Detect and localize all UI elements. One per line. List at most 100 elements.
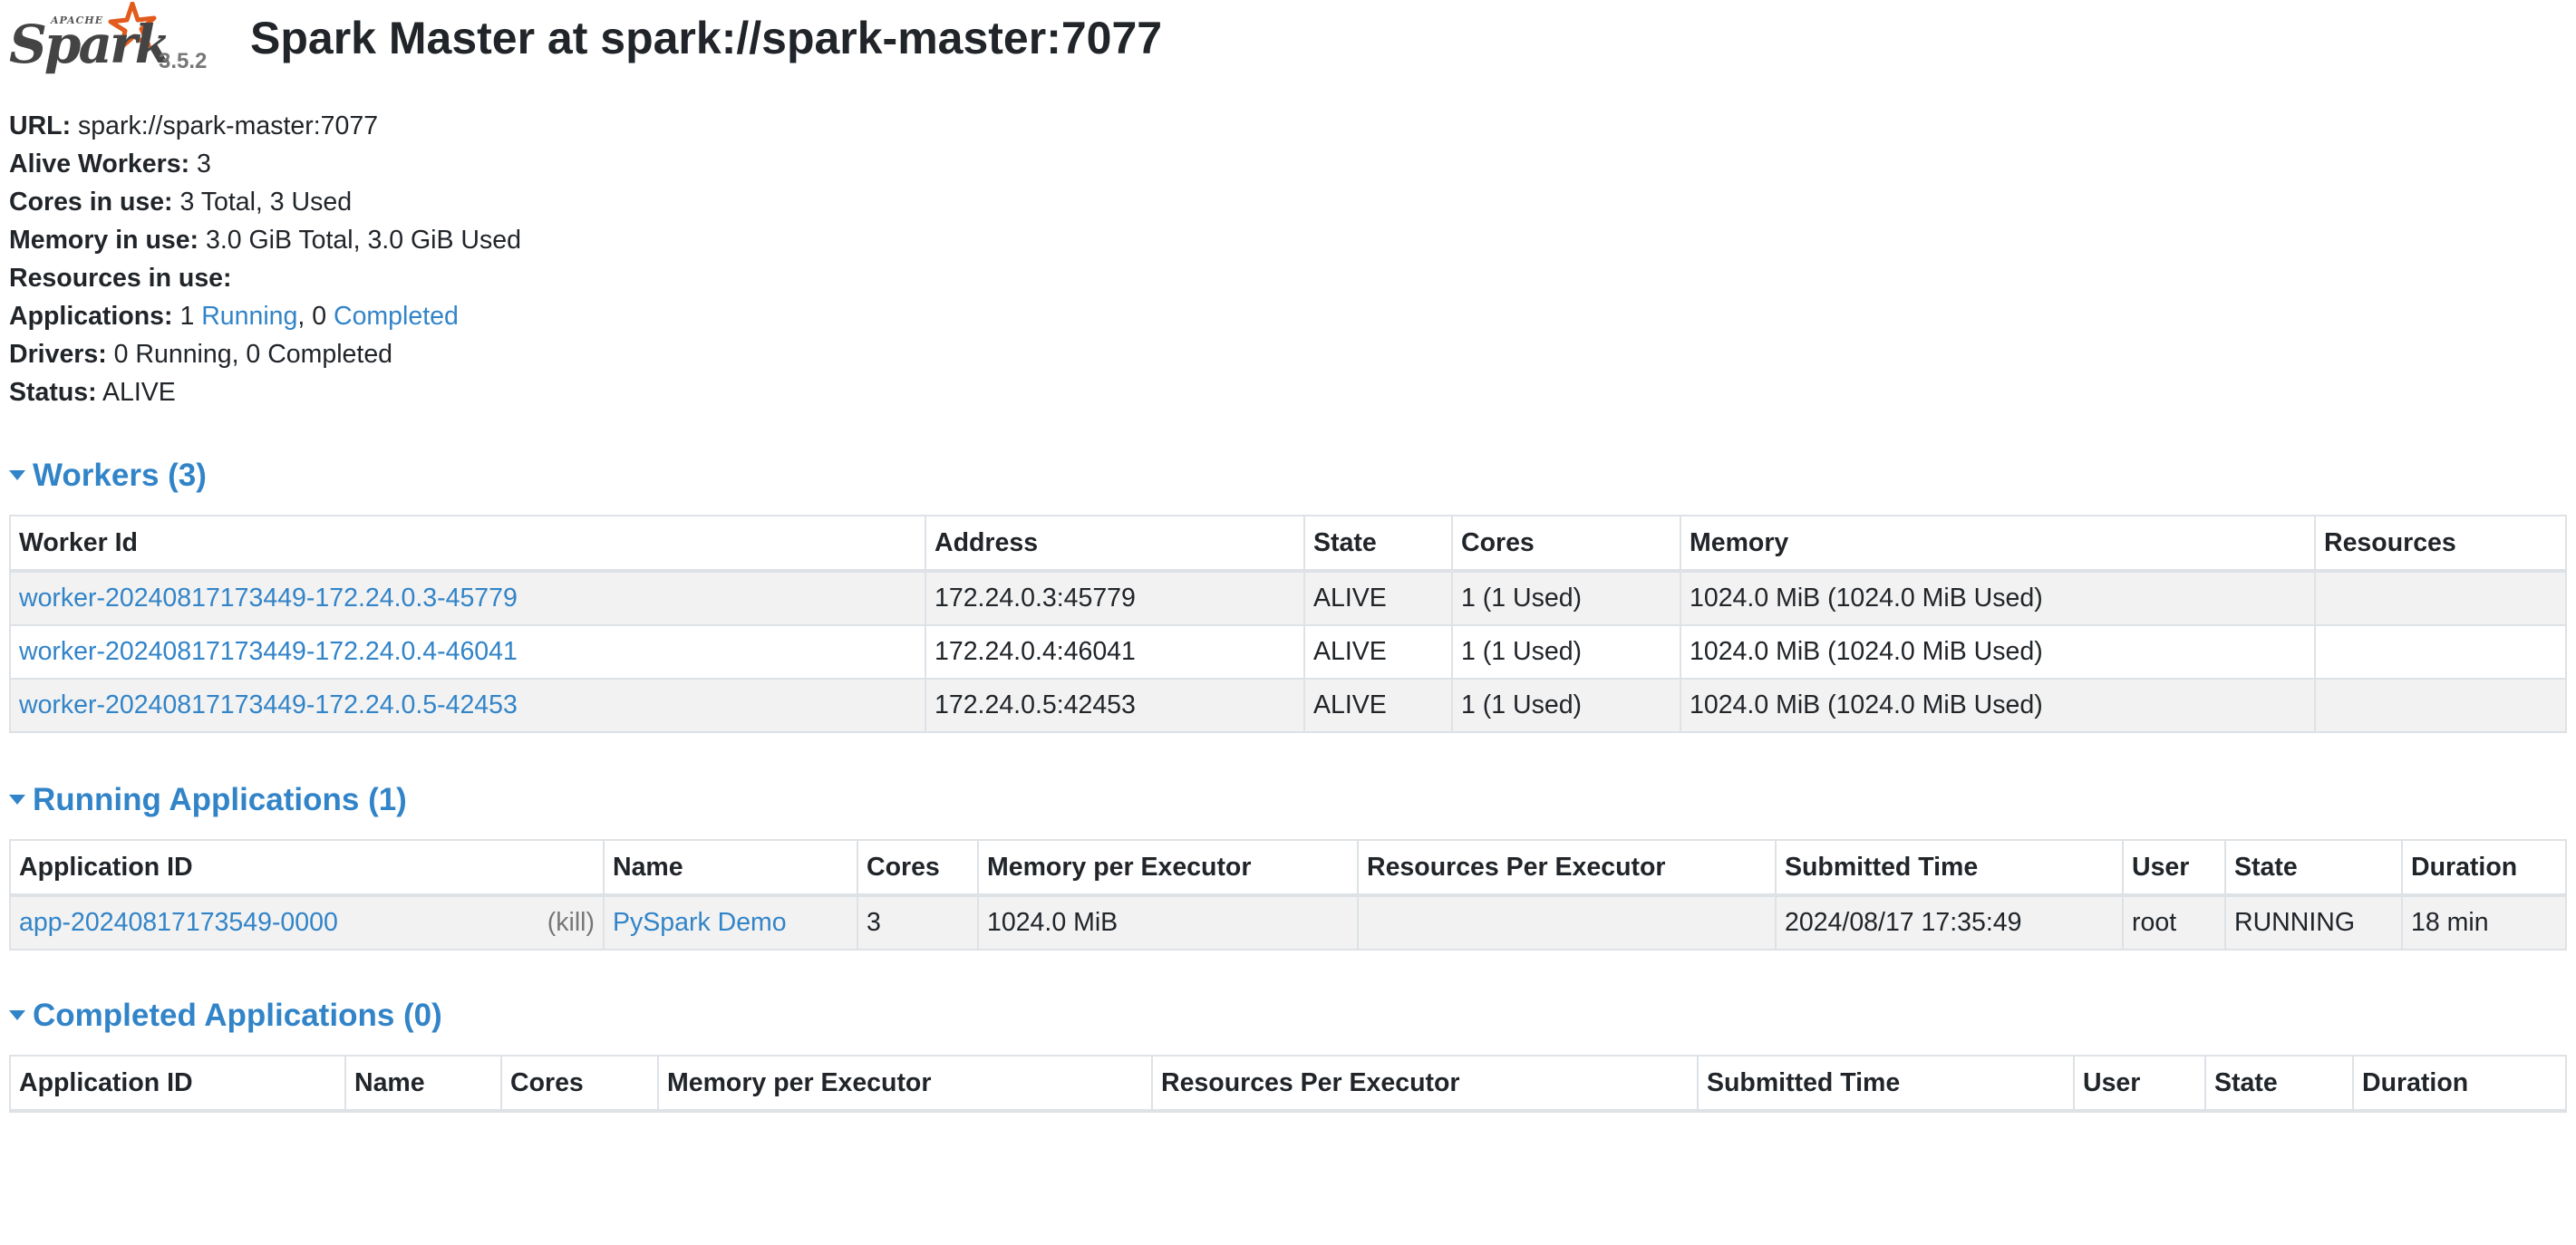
resources-label: Resources in use: [9,264,232,293]
worker-address: 172.24.0.4:46041 [925,624,1305,680]
col-resources[interactable]: Resources [2314,515,2567,573]
col-state[interactable]: State [1303,515,1453,573]
spark-version: 3.5.2 [159,49,208,73]
completed-apps-link[interactable]: Completed [334,302,459,331]
col-address[interactable]: Address [925,515,1305,573]
completed-apps-section-toggle[interactable]: Completed Applications (0) [9,997,442,1035]
applications-running-count: 1 [179,302,195,331]
col-resources-per-executor[interactable]: Resources Per Executor [1151,1055,1699,1113]
summary-resources: Resources in use: [9,259,521,297]
col-resources-per-executor[interactable]: Resources Per Executor [1357,839,1777,897]
worker-state: ALIVE [1303,678,1453,733]
url-label: URL: [9,111,72,140]
worker-id-link[interactable]: worker-20240817173449-172.24.0.3-45779 [19,584,518,613]
alive-workers-value: 3 [196,150,211,179]
worker-memory: 1024.0 MiB (1024.0 MiB Used) [1680,570,2316,626]
app-cores: 3 [857,894,979,951]
col-application-id[interactable]: Application ID [9,1055,346,1113]
worker-cores: 1 (1 Used) [1451,624,1681,680]
col-submitted-time[interactable]: Submitted Time [1775,839,2124,897]
table-row: app-20240817173549-0000 (kill) PySpark D… [9,894,2567,951]
app-submitted-time: 2024/08/17 17:35:49 [1775,894,2124,951]
collapse-arrow-icon [9,470,25,481]
col-memory-per-executor[interactable]: Memory per Executor [977,839,1359,897]
col-duration[interactable]: Duration [2401,839,2567,897]
app-state: RUNNING [2224,894,2403,951]
worker-resources [2314,624,2567,680]
page-header: APACHE Spark 3.5.2 Spark Master at spark… [9,0,2565,76]
app-memory-per-executor: 1024.0 MiB [977,894,1359,951]
worker-address: 172.24.0.5:42453 [925,678,1305,733]
summary-applications: Applications: 1 Running, 0 Completed [9,297,521,335]
table-row: worker-20240817173449-172.24.0.5-42453 1… [9,678,2567,733]
completed-apps-table: Application ID Name Cores Memory per Exe… [9,1055,2567,1113]
worker-state: ALIVE [1303,624,1453,680]
col-name[interactable]: Name [603,839,858,897]
collapse-arrow-icon [9,795,25,806]
drivers-label: Drivers: [9,340,107,369]
worker-id-link[interactable]: worker-20240817173449-172.24.0.5-42453 [19,690,518,719]
running-apps-section-toggle[interactable]: Running Applications (1) [9,781,407,819]
col-memory-per-executor[interactable]: Memory per Executor [657,1055,1153,1113]
col-user[interactable]: User [2073,1055,2206,1113]
col-submitted-time[interactable]: Submitted Time [1697,1055,2075,1113]
app-resources-per-executor [1357,894,1777,951]
col-state[interactable]: State [2204,1055,2354,1113]
summary-status: Status: ALIVE [9,373,521,411]
applications-label: Applications: [9,302,173,331]
worker-address: 172.24.0.3:45779 [925,570,1305,626]
applications-separator: , 0 [297,302,327,331]
col-cores[interactable]: Cores [500,1055,659,1113]
worker-state: ALIVE [1303,570,1453,626]
worker-resources [2314,570,2567,626]
summary-alive-workers: Alive Workers: 3 [9,145,521,183]
table-row: worker-20240817173449-172.24.0.4-46041 1… [9,624,2567,680]
col-worker-id[interactable]: Worker Id [9,515,926,573]
col-name[interactable]: Name [344,1055,502,1113]
worker-id-link[interactable]: worker-20240817173449-172.24.0.4-46041 [19,637,518,666]
running-apps-heading: Running Applications (1) [33,782,407,817]
worker-cores: 1 (1 Used) [1451,678,1681,733]
spark-logo[interactable]: APACHE Spark [9,2,171,72]
worker-resources [2314,678,2567,733]
workers-section-toggle[interactable]: Workers (3) [9,457,207,495]
status-value: ALIVE [102,378,176,407]
running-apps-link[interactable]: Running [201,302,297,331]
cores-value: 3 Total, 3 Used [179,188,353,217]
alive-workers-label: Alive Workers: [9,150,190,179]
col-cores[interactable]: Cores [1451,515,1681,573]
page-title: Spark Master at spark://spark-master:707… [250,13,1163,63]
col-memory[interactable]: Memory [1680,515,2316,573]
worker-memory: 1024.0 MiB (1024.0 MiB Used) [1680,624,2316,680]
summary-cores: Cores in use: 3 Total, 3 Used [9,183,521,221]
url-value: spark://spark-master:7077 [78,111,379,140]
col-duration[interactable]: Duration [2352,1055,2567,1113]
app-user: root [2122,894,2226,951]
completed-apps-heading: Completed Applications (0) [33,998,442,1033]
collapse-arrow-icon [9,1010,25,1021]
table-row: worker-20240817173449-172.24.0.3-45779 1… [9,570,2567,626]
drivers-value: 0 Running, 0 Completed [113,340,393,369]
col-state[interactable]: State [2224,839,2403,897]
worker-memory: 1024.0 MiB (1024.0 MiB Used) [1680,678,2316,733]
summary-drivers: Drivers: 0 Running, 0 Completed [9,335,521,373]
status-label: Status: [9,378,97,407]
workers-table: Worker Id Address State Cores Memory Res… [9,515,2567,733]
master-summary: URL: spark://spark-master:7077 Alive Wor… [9,107,521,411]
app-duration: 18 min [2401,894,2567,951]
kill-app-link[interactable]: (kill) [547,908,595,938]
running-apps-table: Application ID Name Cores Memory per Exe… [9,839,2567,951]
completed-apps-header-row: Application ID Name Cores Memory per Exe… [9,1055,2567,1113]
memory-value: 3.0 GiB Total, 3.0 GiB Used [205,226,521,255]
running-apps-header-row: Application ID Name Cores Memory per Exe… [9,839,2567,897]
summary-memory: Memory in use: 3.0 GiB Total, 3.0 GiB Us… [9,221,521,259]
app-id-link[interactable]: app-20240817173549-0000 [19,908,338,937]
app-name-link[interactable]: PySpark Demo [613,908,787,937]
col-application-id[interactable]: Application ID [9,839,605,897]
cores-label: Cores in use: [9,188,173,217]
col-cores[interactable]: Cores [857,839,979,897]
memory-label: Memory in use: [9,226,199,255]
worker-cores: 1 (1 Used) [1451,570,1681,626]
col-user[interactable]: User [2122,839,2226,897]
workers-heading: Workers (3) [33,458,207,493]
